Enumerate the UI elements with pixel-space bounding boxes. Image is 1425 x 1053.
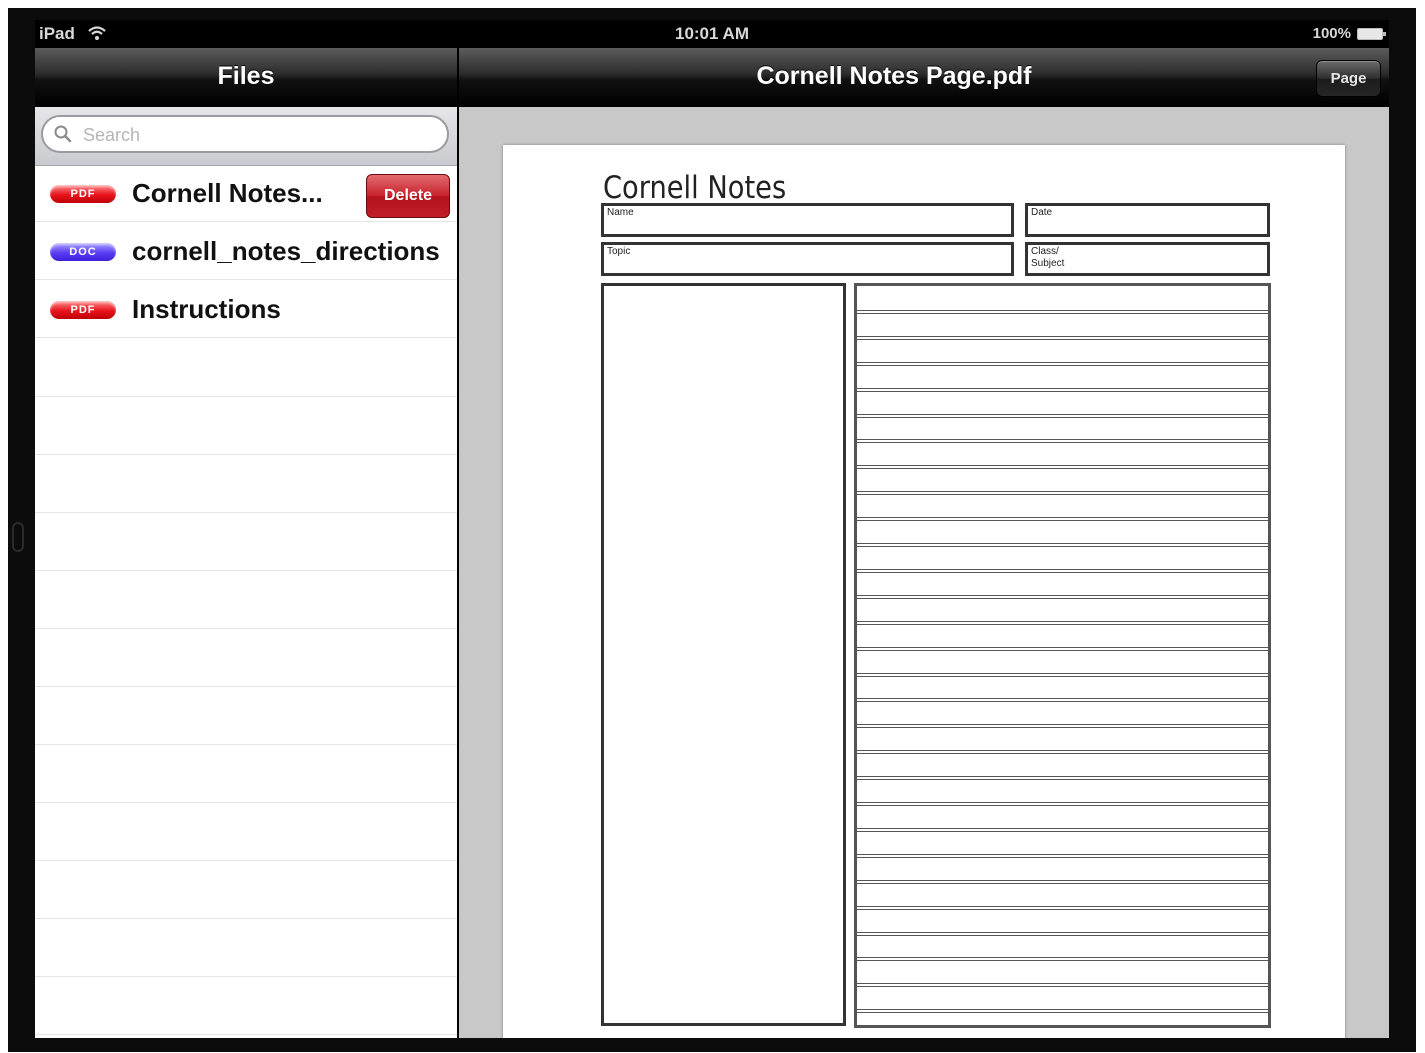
note-ruled-line bbox=[857, 672, 1268, 677]
empty-row bbox=[35, 977, 457, 1035]
note-ruled-line bbox=[857, 594, 1268, 599]
note-ruled-line bbox=[857, 387, 1268, 392]
page-button[interactable]: Page bbox=[1316, 60, 1381, 97]
note-ruled-line bbox=[857, 724, 1268, 729]
note-ruled-line bbox=[857, 905, 1268, 910]
empty-row bbox=[35, 455, 457, 513]
empty-row bbox=[35, 397, 457, 455]
sheet-heading: Cornell Notes bbox=[603, 170, 787, 206]
date-field: Date bbox=[1025, 203, 1270, 237]
status-time: 10:01 AM bbox=[674, 24, 749, 43]
note-ruled-line bbox=[857, 853, 1268, 858]
document-nav-bar: Cornell Notes Page.pdf Page bbox=[459, 48, 1389, 107]
topic-field: Topic bbox=[601, 242, 1014, 276]
search-placeholder: Search bbox=[83, 125, 141, 145]
notes-column bbox=[854, 283, 1271, 1028]
note-ruled-line bbox=[857, 802, 1268, 806]
search-input[interactable]: Search bbox=[41, 115, 449, 153]
cue-column bbox=[601, 283, 846, 1026]
file-row-cornell-notes-directions[interactable]: DOC cornell_notes_directions bbox=[35, 223, 457, 280]
empty-row bbox=[35, 803, 457, 861]
note-ruled-line bbox=[857, 413, 1268, 418]
note-ruled-line bbox=[857, 698, 1268, 703]
note-ruled-line bbox=[857, 491, 1268, 496]
note-ruled-line bbox=[857, 879, 1268, 884]
delete-button[interactable]: Delete bbox=[366, 174, 450, 218]
search-bar: Search bbox=[35, 107, 457, 166]
empty-row bbox=[35, 687, 457, 745]
pdf-badge-icon: PDF bbox=[50, 185, 116, 203]
battery-icon bbox=[1357, 28, 1386, 40]
file-row-cornell-notes[interactable]: PDF Cornell Notes... Delete bbox=[35, 165, 457, 222]
name-field: Name bbox=[601, 203, 1014, 237]
empty-row bbox=[35, 571, 457, 629]
files-title: Files bbox=[217, 62, 275, 90]
note-ruled-line bbox=[857, 335, 1268, 340]
name-label: Name bbox=[607, 207, 634, 218]
empty-row bbox=[35, 745, 457, 803]
pdf-badge-icon: PDF bbox=[50, 301, 116, 319]
document-viewer[interactable]: Cornell Notes Name Date Topic Class/ Sub… bbox=[459, 107, 1389, 1038]
note-ruled-line bbox=[857, 1009, 1268, 1014]
status-bar: iPad 10:01 AM 100% bbox=[35, 20, 1389, 48]
note-ruled-line bbox=[857, 517, 1268, 522]
note-ruled-line bbox=[857, 361, 1268, 366]
device-screen: iPad 10:01 AM 100% Files Cornell Notes P… bbox=[35, 20, 1389, 1038]
note-ruled-line bbox=[857, 620, 1268, 625]
battery-percentage: 100% bbox=[1312, 25, 1351, 42]
note-ruled-line bbox=[857, 568, 1268, 573]
note-ruled-line bbox=[857, 750, 1268, 755]
note-ruled-line bbox=[857, 439, 1268, 444]
note-ruled-line bbox=[857, 543, 1268, 547]
date-label: Date bbox=[1031, 207, 1053, 218]
file-name: Instructions bbox=[132, 294, 281, 324]
class-subject-field: Class/ Subject bbox=[1025, 242, 1270, 276]
note-ruled-line bbox=[857, 931, 1268, 936]
search-icon bbox=[54, 125, 72, 143]
note-ruled-line bbox=[857, 827, 1268, 832]
class-subject-label: Class/ Subject bbox=[1031, 246, 1065, 269]
file-row-instructions[interactable]: PDF Instructions bbox=[35, 281, 457, 338]
side-switch bbox=[12, 522, 24, 552]
pdf-page: Cornell Notes Name Date Topic Class/ Sub… bbox=[503, 145, 1345, 1038]
empty-row bbox=[35, 861, 457, 919]
topic-label: Topic bbox=[607, 246, 631, 257]
file-name: cornell_notes_directions bbox=[132, 236, 440, 266]
empty-row bbox=[35, 513, 457, 571]
note-ruled-line bbox=[857, 646, 1268, 651]
files-sidebar: Search PDF Cornell Notes... Delete DOC c… bbox=[35, 107, 457, 1038]
empty-row bbox=[35, 339, 457, 397]
files-nav-bar: Files bbox=[35, 48, 457, 107]
note-ruled-line bbox=[857, 465, 1268, 470]
note-ruled-line bbox=[857, 309, 1268, 314]
empty-row bbox=[35, 919, 457, 977]
doc-badge-icon: DOC bbox=[50, 243, 116, 261]
note-ruled-line bbox=[857, 776, 1268, 781]
document-title: Cornell Notes Page.pdf bbox=[756, 62, 1032, 90]
file-name: Cornell Notes... bbox=[132, 178, 323, 208]
note-ruled-line bbox=[857, 983, 1268, 988]
empty-row bbox=[35, 629, 457, 687]
note-ruled-line bbox=[857, 957, 1268, 962]
